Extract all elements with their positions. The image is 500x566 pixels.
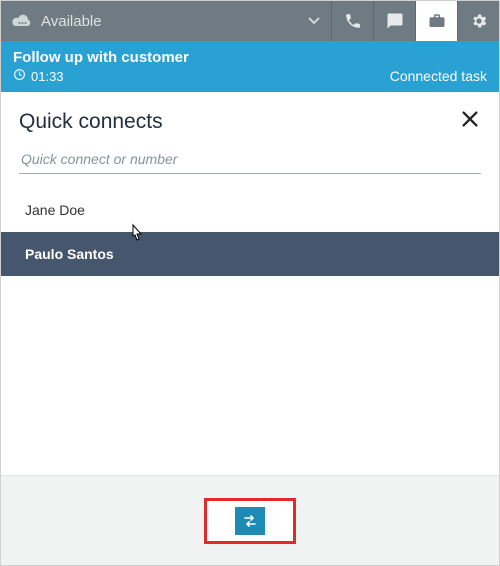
clock-icon: [13, 68, 26, 84]
settings-tab[interactable]: [457, 1, 499, 41]
agent-status-selector[interactable]: Available: [1, 1, 307, 41]
chevron-down-icon[interactable]: [307, 1, 331, 41]
quick-connect-list: Jane Doe Paulo Santos: [1, 188, 499, 276]
page-title: Quick connects: [19, 110, 163, 134]
contact-banner: Follow up with customer 01:33 Connected …: [1, 41, 499, 92]
search-row: [1, 145, 499, 174]
contact-status: Connected task: [390, 68, 487, 84]
quick-connects-header: Quick connects: [1, 92, 499, 145]
task-tab[interactable]: [415, 1, 457, 41]
quick-connect-name: Jane Doe: [25, 202, 85, 218]
transfer-button[interactable]: [235, 507, 265, 535]
agent-status-label: Available: [41, 13, 102, 30]
quick-connect-item[interactable]: Paulo Santos: [1, 232, 499, 276]
transfer-highlight: [204, 498, 296, 544]
quick-connect-name: Paulo Santos: [25, 246, 114, 262]
cloud-icon: [11, 13, 33, 29]
channel-tabs: [331, 1, 499, 41]
contact-title: Follow up with customer: [13, 49, 189, 66]
close-button[interactable]: [459, 108, 481, 135]
footer-bar: [1, 475, 499, 565]
quick-connect-item[interactable]: Jane Doe: [1, 188, 499, 232]
chat-tab[interactable]: [373, 1, 415, 41]
agent-status-bar: Available: [1, 1, 499, 41]
contact-elapsed: 01:33: [31, 69, 64, 84]
phone-tab[interactable]: [331, 1, 373, 41]
quick-connect-search-input[interactable]: [19, 145, 481, 174]
